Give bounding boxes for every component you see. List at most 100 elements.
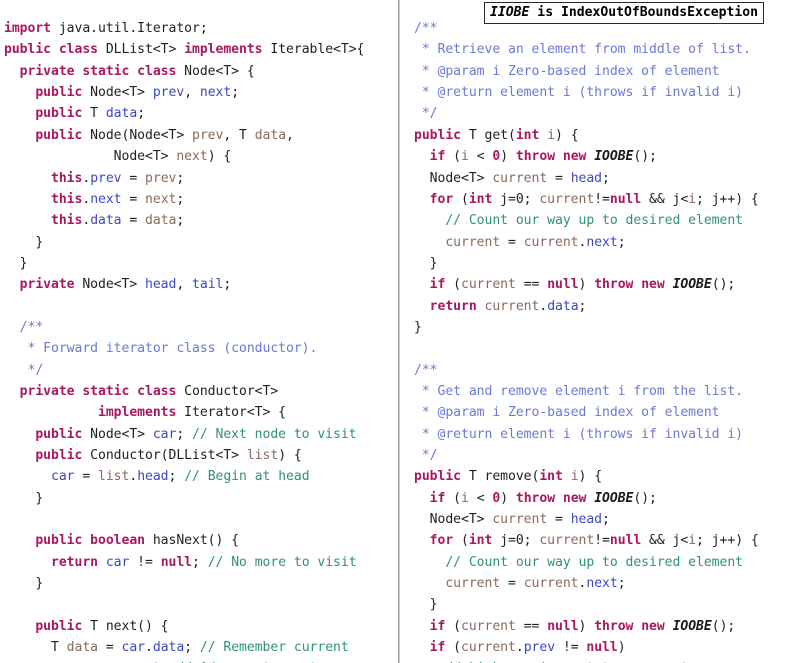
code-token: . xyxy=(145,640,153,656)
code-token: throw new xyxy=(515,490,595,506)
code-line: current = current.next; xyxy=(414,235,625,250)
code-token: i xyxy=(688,191,697,207)
code-token: , xyxy=(286,127,294,143)
code-token: ( xyxy=(453,191,469,207)
code-token: throw new xyxy=(594,277,673,293)
code-line: public T remove(int i) { xyxy=(414,469,602,484)
code-token: Conductor(DLList<T> xyxy=(82,447,247,463)
code-line: /** xyxy=(4,319,44,335)
code-line: * @return element i (throws if invalid i… xyxy=(414,427,743,442)
code-token: ( xyxy=(445,618,462,634)
code-token: // Next node to visit xyxy=(192,426,357,442)
code-token: this xyxy=(51,213,83,229)
code-line: * Get and remove element i from the list… xyxy=(414,384,743,399)
code-token: Iterable<T>{ xyxy=(262,42,365,58)
code-token: T get( xyxy=(461,127,516,143)
code-token: ) { xyxy=(555,127,579,143)
left-code-column: import java.util.Iterator; public class … xyxy=(4,18,396,663)
code-token: list xyxy=(98,469,130,485)
code-token: ; xyxy=(192,554,208,570)
code-token: ) xyxy=(578,277,595,293)
code-token: java.util.Iterator; xyxy=(51,21,208,37)
code-token: DLList<T> xyxy=(105,42,185,58)
code-line: } xyxy=(4,576,43,591)
code-token: < xyxy=(468,149,493,165)
code-line: if (current == null) throw new IOOBE(); xyxy=(414,277,736,293)
code-token: */ xyxy=(414,106,438,122)
code-token: car xyxy=(51,469,75,485)
code-token: for xyxy=(429,191,454,207)
code-token: Node<T> { xyxy=(184,63,255,79)
code-token: ; xyxy=(176,170,185,186)
code-token: = xyxy=(547,512,571,527)
code-token: data xyxy=(66,640,99,656)
code-token: (); xyxy=(633,149,657,165)
code-token: ; xyxy=(231,85,240,101)
code-token: * @return element i (throws if invalid i… xyxy=(414,85,743,101)
code-token: next xyxy=(586,576,618,592)
code-line: } xyxy=(4,235,43,250)
code-token: car xyxy=(121,640,146,656)
code-token: current xyxy=(461,640,516,656)
code-token: * Forward iterator class (conductor). xyxy=(4,341,318,357)
code-line: */ xyxy=(4,363,43,378)
code-line: if (i < 0) throw new IOOBE(); xyxy=(414,149,657,164)
code-token: ( xyxy=(453,533,469,549)
code-slide: import java.util.Iterator; public class … xyxy=(0,0,786,663)
code-line: Node<T> current = head; xyxy=(414,171,610,186)
code-token: && j< xyxy=(641,191,689,207)
code-token: ; xyxy=(176,191,185,207)
callout-expansion: is IndexOutOfBoundsException xyxy=(529,5,759,20)
code-token: /** xyxy=(414,362,438,378)
code-token: prev xyxy=(523,640,556,656)
code-line: /** xyxy=(414,21,438,36)
code-line: * Retrieve an element from middle of lis… xyxy=(414,42,751,57)
code-line: */ xyxy=(414,106,438,121)
code-token: IOOBE xyxy=(672,277,712,293)
code-token: == xyxy=(515,277,548,293)
code-token: // Count our way up to desired element xyxy=(445,213,744,229)
code-token: , xyxy=(176,277,193,293)
code-token: data xyxy=(254,127,287,143)
code-line: if (current == null) throw new IOOBE(); xyxy=(414,618,736,634)
code-token: /** xyxy=(4,319,44,335)
code-token: public xyxy=(35,85,83,101)
code-token: Node<T> xyxy=(414,170,493,186)
code-token: public xyxy=(414,469,461,485)
code-token: prev xyxy=(192,127,224,143)
code-token: car xyxy=(105,554,130,570)
code-token: ) { xyxy=(278,447,302,463)
code-line: public T get(int i) { xyxy=(414,128,579,143)
code-token: * @param i Zero-based index of element xyxy=(414,63,720,79)
code-line: if (i < 0) throw new IOOBE(); xyxy=(414,491,657,506)
code-token: ; xyxy=(578,298,587,314)
code-token: current xyxy=(461,618,516,634)
code-token: current xyxy=(484,298,540,314)
code-token: * @return element i (throws if invalid i… xyxy=(414,426,743,442)
code-token: } xyxy=(414,255,438,271)
code-token: ) { xyxy=(578,469,603,485)
code-token: null xyxy=(609,533,642,549)
code-token: = xyxy=(121,170,146,186)
code-token: ) { xyxy=(207,149,232,165)
code-token: && j< xyxy=(641,533,689,549)
code-line: */ xyxy=(414,448,438,463)
code-token: head xyxy=(145,277,177,293)
code-token: < xyxy=(468,490,493,506)
code-line: public Conductor(DLList<T> list) { xyxy=(4,447,302,463)
code-token: ; j++) { xyxy=(696,533,759,549)
code-token: T xyxy=(82,106,106,122)
